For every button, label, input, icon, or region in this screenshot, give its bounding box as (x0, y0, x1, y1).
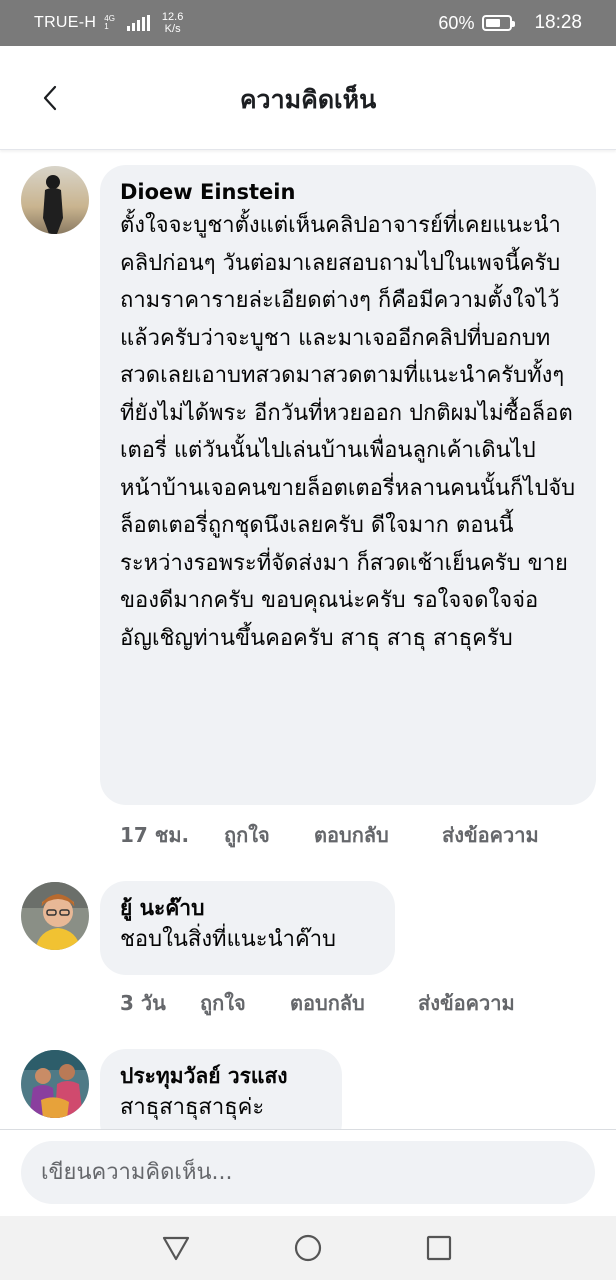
speed-unit: K/s (164, 23, 181, 35)
comment-author[interactable]: ประทุมวัลย์ วรแสง (120, 1061, 322, 1091)
comment-input[interactable] (21, 1141, 595, 1204)
comment-time[interactable]: 17 ชม. (120, 819, 224, 851)
comment-text: ตั้งใจจะบูชาตั้งแต่เห็นคลิปอาจารย์ที่เคย… (120, 213, 576, 651)
comment-actions: 17 ชม. ถูกใจ ตอบกลับ ส่งข้อความ (120, 819, 539, 851)
send-message-button[interactable]: ส่งข้อความ (442, 819, 539, 851)
nav-back-button[interactable] (160, 1232, 192, 1264)
comment-text: สาธุสาธุสาธุค่ะ (120, 1095, 265, 1120)
avatar[interactable] (21, 166, 89, 234)
triangle-back-icon (162, 1236, 190, 1261)
battery-fill (486, 19, 500, 27)
nav-home-button[interactable] (292, 1232, 324, 1264)
comment-text: ชอบในสิ่งที่แนะนำค๊าบ (120, 927, 337, 952)
reply-button[interactable]: ตอบกลับ (290, 987, 418, 1019)
comment-item: ประทุมวัลย์ วรแสง สาธุสาธุสาธุค่ะ (0, 1049, 616, 1129)
page-title: ความคิดเห็น (239, 85, 377, 114)
battery-icon (482, 15, 516, 31)
avatar-photo (21, 882, 89, 950)
system-nav-bar (0, 1216, 616, 1280)
comment-author[interactable]: ยู้ นะค๊าบ (120, 893, 375, 923)
status-right: 60% 18:28 (438, 12, 582, 34)
comment-bubble[interactable]: Dioew Einstein ตั้งใจจะบูชาตั้งแต่เห็นคล… (100, 165, 596, 805)
send-message-button[interactable]: ส่งข้อความ (418, 987, 515, 1019)
comment-actions: 3 วัน ถูกใจ ตอบกลับ ส่งข้อความ (120, 987, 515, 1019)
status-bar: TRUE-H 4G 1 12.6 K/s 60% 18:28 (0, 0, 616, 46)
comment-time[interactable]: 3 วัน (120, 987, 200, 1019)
like-button[interactable]: ถูกใจ (224, 819, 314, 851)
nav-recents-button[interactable] (423, 1232, 455, 1264)
comment-composer (0, 1129, 616, 1216)
comment-item: ยู้ นะค๊าบ ชอบในสิ่งที่แนะนำค๊าบ 3 วัน ถ… (0, 881, 616, 1031)
header: ความคิดเห็น (0, 46, 616, 150)
avatar[interactable] (21, 882, 89, 950)
network-speed: 12.6 K/s (162, 11, 183, 35)
battery-percent: 60% (438, 12, 475, 33)
network-type: 4G 1 (104, 15, 115, 31)
reply-button[interactable]: ตอบกลับ (314, 819, 442, 851)
carrier-name: TRUE-H (34, 14, 97, 31)
comment-item: Dioew Einstein ตั้งใจจะบูชาตั้งแต่เห็นคล… (0, 165, 616, 865)
speed-value: 12.6 (161, 11, 184, 23)
comment-author[interactable]: Dioew Einstein (120, 177, 576, 207)
status-left: TRUE-H 4G 1 12.6 K/s (34, 11, 183, 35)
avatar[interactable] (21, 1050, 89, 1118)
square-recents-icon (426, 1235, 452, 1261)
signal-icon (126, 15, 150, 31)
circle-home-icon (294, 1234, 322, 1262)
network-badge-bottom: 1 (104, 22, 109, 31)
like-button[interactable]: ถูกใจ (200, 987, 290, 1019)
comment-bubble[interactable]: ประทุมวัลย์ วรแสง สาธุสาธุสาธุค่ะ (100, 1049, 342, 1129)
avatar-photo (21, 166, 89, 234)
comment-bubble[interactable]: ยู้ นะค๊าบ ชอบในสิ่งที่แนะนำค๊าบ (100, 881, 395, 975)
comment-list[interactable]: Dioew Einstein ตั้งใจจะบูชาตั้งแต่เห็นคล… (0, 151, 616, 1129)
clock: 18:28 (534, 12, 582, 33)
avatar-photo (21, 1050, 89, 1118)
